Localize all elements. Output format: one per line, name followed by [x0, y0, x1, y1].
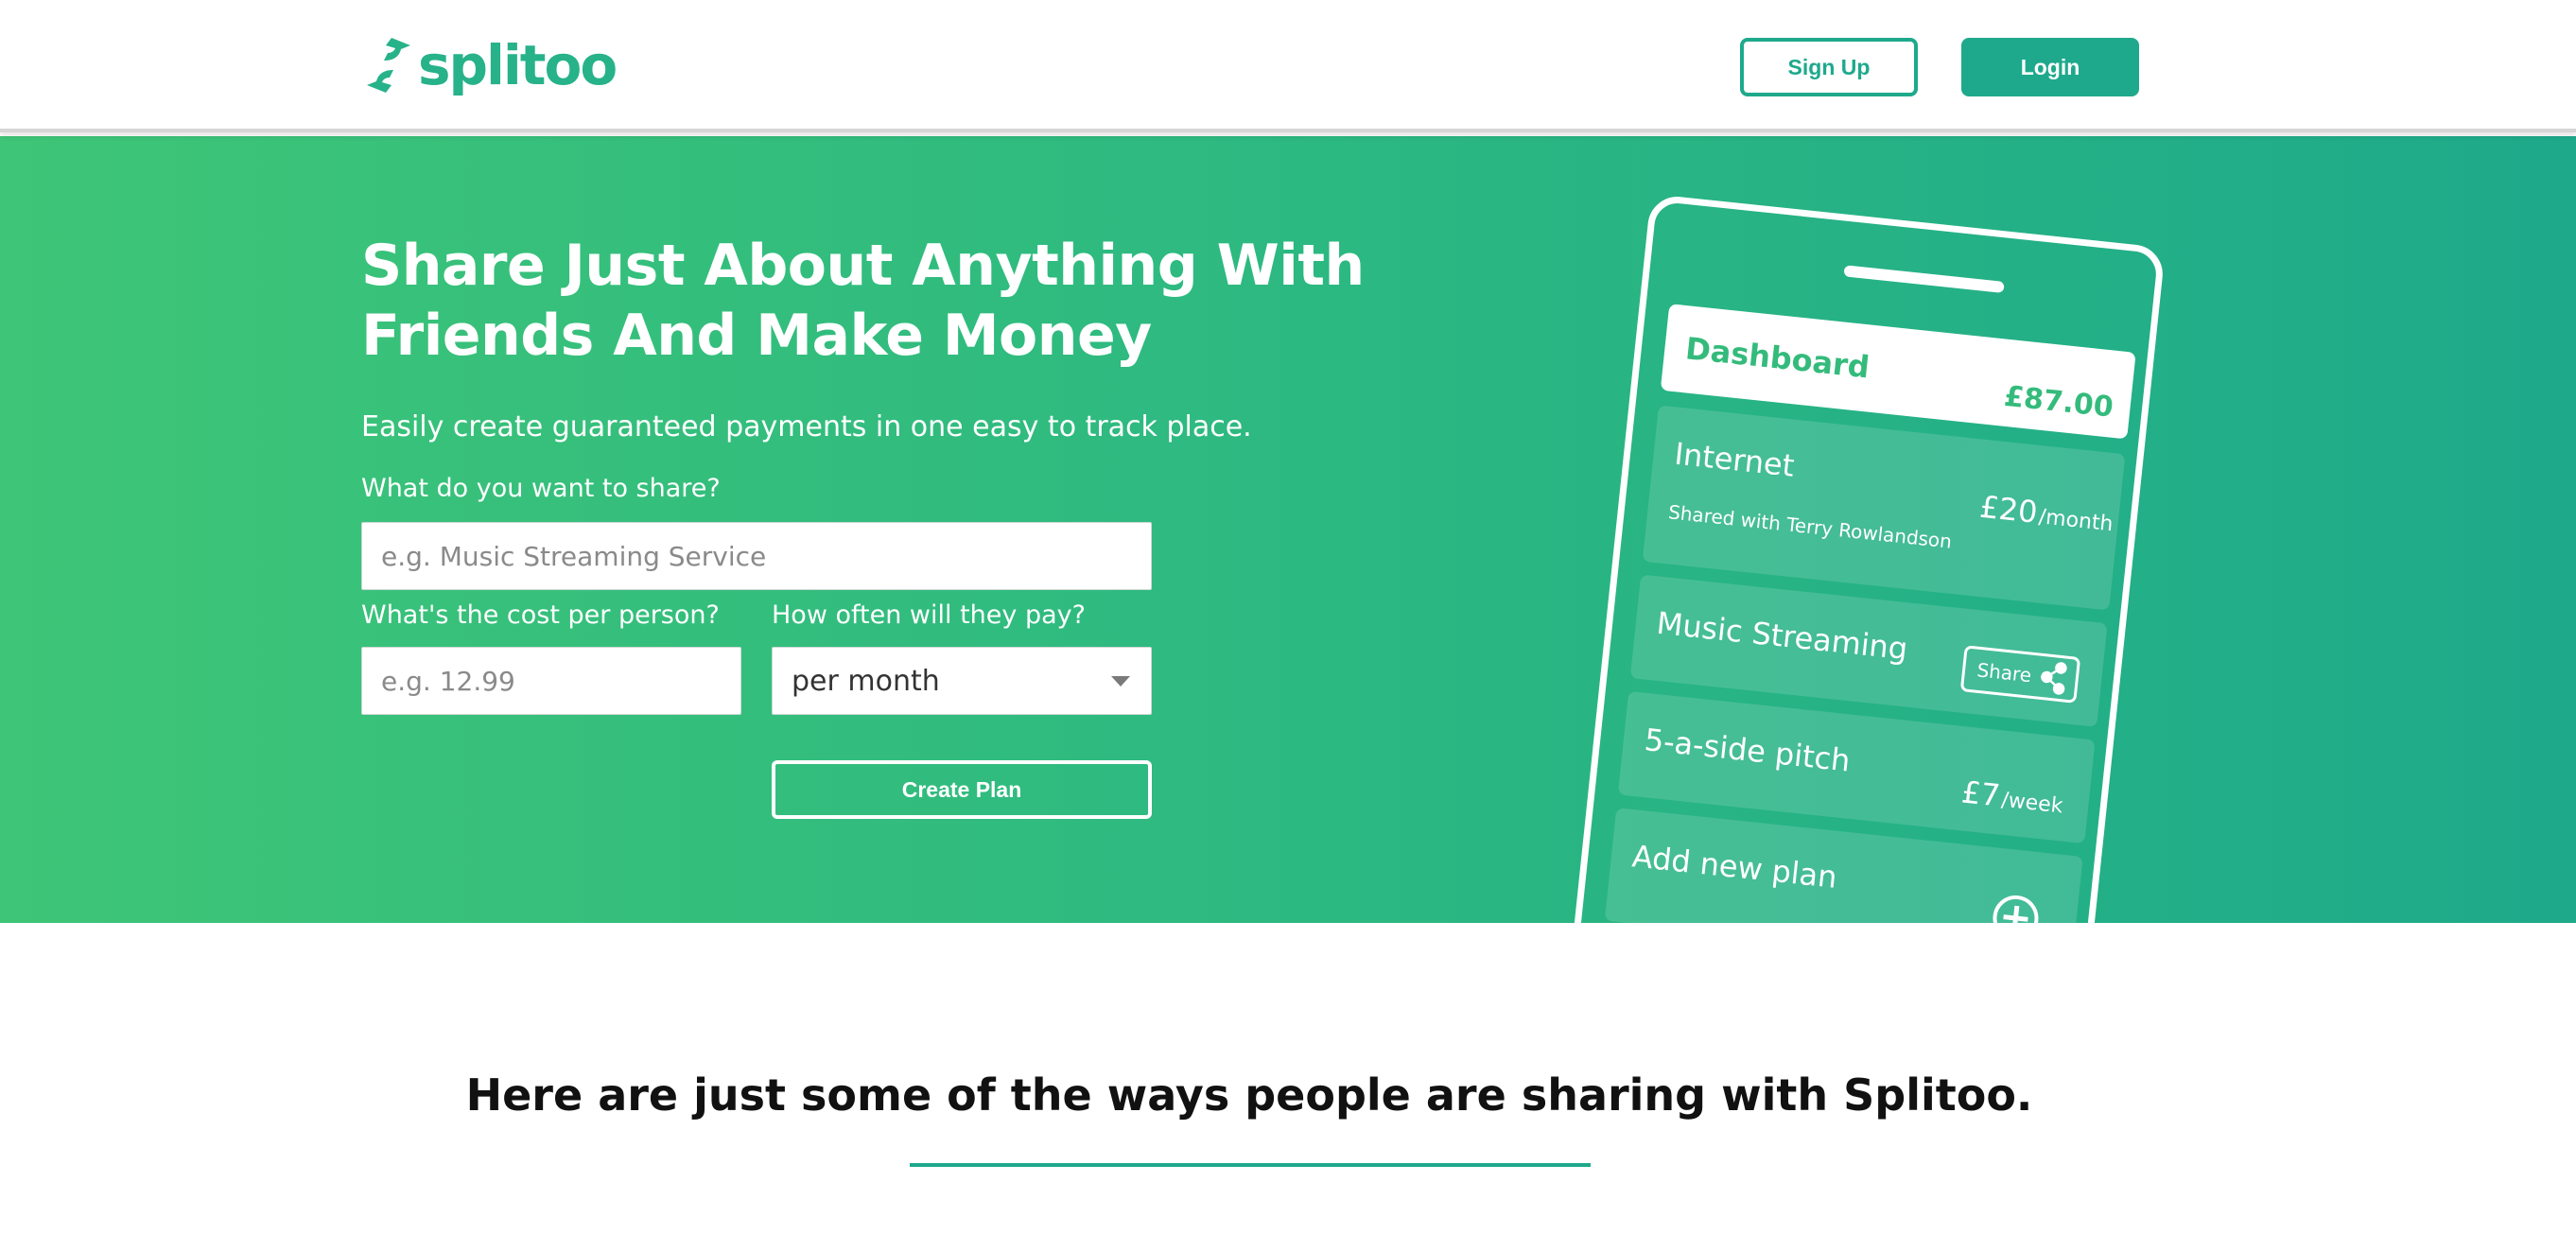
hero-title: Share Just About Anything With Friends A… [361, 233, 1365, 369]
logo[interactable]: splitoo [365, 32, 618, 98]
share-input[interactable] [361, 522, 1152, 590]
splitoo-logo-icon [367, 38, 410, 93]
frequency-value: per month [792, 664, 940, 698]
create-plan-button[interactable]: Create Plan [772, 760, 1152, 819]
frequency-select[interactable]: per month [772, 647, 1152, 715]
hero-subtitle: Easily create guaranteed payments in one… [361, 410, 1252, 443]
site-header: splitoo Sign Up Login [0, 0, 2576, 132]
plan-price-internet: £20 [1978, 489, 2040, 530]
sign-up-button[interactable]: Sign Up [1740, 38, 1918, 96]
phone-illustration: Dashboard £87.00 Internet Shared with Te… [1564, 197, 2163, 923]
logo-wordmark: splitoo [418, 33, 618, 97]
section-divider [910, 1163, 1591, 1167]
frequency-label: How often will they pay? [772, 600, 1086, 630]
caret-down-icon [1111, 676, 1130, 687]
plan-price-pitch: £7 [1959, 774, 2001, 813]
phone-speaker [1844, 265, 2005, 293]
hero-section: Share Just About Anything With Friends A… [0, 136, 2576, 923]
share-label: What do you want to share? [361, 474, 721, 503]
section-title: Here are just some of the ways people ar… [465, 1069, 2033, 1121]
cost-label: What's the cost per person? [361, 600, 720, 630]
cost-input[interactable] [361, 647, 741, 715]
login-button[interactable]: Login [1961, 38, 2139, 96]
